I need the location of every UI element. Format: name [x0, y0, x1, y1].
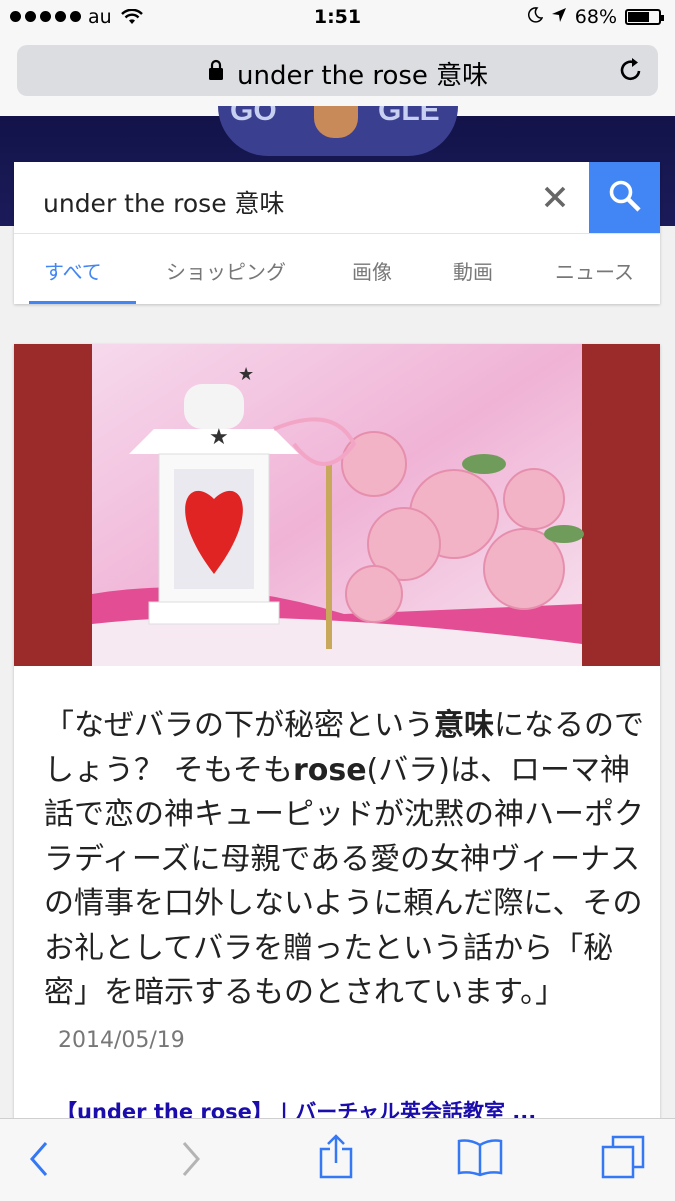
active-tab-indicator [29, 301, 136, 304]
tab-all[interactable]: すべて [44, 256, 102, 285]
svg-text:★: ★ [209, 425, 229, 450]
battery-icon [625, 9, 664, 25]
tabs-icon[interactable] [600, 1133, 648, 1183]
search-tabs: すべて ショッピング 画像 動画 ニュース [14, 234, 660, 304]
search-icon [608, 179, 642, 217]
search-input[interactable]: under the rose 意味 [43, 184, 285, 220]
snippet-bold-1: 意味 [434, 708, 494, 743]
search-card: under the rose 意味 すべて ショッピング 画像 動画 ニュース [14, 162, 660, 304]
svg-text:★: ★ [238, 364, 254, 385]
featured-snippet-card: ★ ★ 「なぜバラの下が秘密という意味になるのでしょう？ そもそもrose(バラ… [14, 344, 660, 1144]
snippet-text: 「なぜバラの下が秘密という意味になるのでしょう？ そもそもrose(バラ)は、ロ… [44, 704, 644, 1063]
snippet-text-1: 「なぜバラの下が秘密という [44, 708, 434, 743]
back-icon[interactable] [28, 1139, 52, 1183]
tab-images[interactable]: 画像 [352, 256, 392, 285]
snippet-bold-2: rose [292, 752, 367, 788]
browser-address-area: under the rose 意味 [0, 38, 675, 116]
featured-snippet-image[interactable]: ★ ★ [14, 344, 660, 666]
moon-icon [527, 6, 544, 28]
battery-percent: 68% [574, 6, 617, 28]
tab-news[interactable]: ニュース [555, 256, 634, 285]
status-bar: au 1:51 68% [0, 0, 675, 38]
tab-shopping[interactable]: ショッピング [166, 256, 286, 285]
bookmarks-icon[interactable] [456, 1137, 504, 1181]
reload-icon[interactable] [618, 56, 644, 88]
address-text: under the rose 意味 [237, 61, 489, 91]
snippet-date: 2014/05/19 [58, 1027, 185, 1053]
forward-icon[interactable] [178, 1139, 202, 1183]
tab-videos[interactable]: 動画 [453, 256, 493, 285]
search-button[interactable] [589, 162, 660, 233]
location-icon [551, 6, 567, 28]
address-bar[interactable]: under the rose 意味 [17, 45, 658, 96]
lock-icon [207, 58, 225, 86]
google-doodle-logo[interactable]: GO GLE [218, 106, 458, 156]
share-icon[interactable] [318, 1133, 354, 1183]
clear-icon[interactable] [542, 184, 568, 214]
browser-toolbar [0, 1118, 675, 1201]
snippet-text-3: (バラ)は、ローマ神話で恋の神キューピッドが沈黙の神ハーポクラディーズに母親であ… [44, 752, 644, 1011]
